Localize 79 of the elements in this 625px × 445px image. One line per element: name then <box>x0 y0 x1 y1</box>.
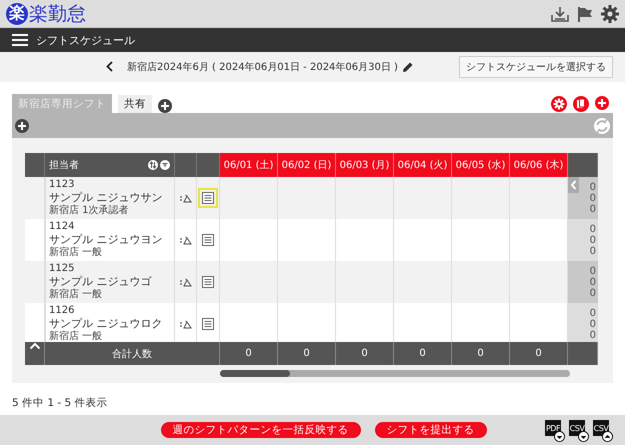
total-value: 0 <box>590 266 596 276</box>
employee-id: 1123 <box>49 179 74 191</box>
date-header: 06/01 (土) <box>220 153 278 177</box>
expand-button[interactable] <box>568 177 579 193</box>
menu-icon[interactable] <box>12 34 28 46</box>
total-value: 0 <box>590 204 596 214</box>
employee-role: 新宿店 一般 <box>49 289 102 301</box>
logo-text: 楽勤怠 <box>29 2 86 26</box>
date-header: 06/04 (火) <box>394 153 452 177</box>
memo-button[interactable] <box>198 188 218 208</box>
total-value: 0 <box>590 288 596 298</box>
total-count: 0 <box>452 342 510 365</box>
add-row-icon[interactable] <box>15 118 29 132</box>
total-value: 0 <box>590 246 596 256</box>
total-value: 0 <box>590 308 596 318</box>
status-icon <box>180 319 192 329</box>
total-count: 0 <box>278 342 336 365</box>
nav-title: シフトスケジュール <box>36 32 135 48</box>
tab[interactable]: 共有 <box>118 95 152 113</box>
employee-role: 新宿店 1次承認者 <box>49 205 129 217</box>
status-icon <box>180 235 192 245</box>
document-icon <box>202 276 214 288</box>
total-count: 0 <box>336 342 394 365</box>
download-icon <box>578 431 589 442</box>
employee-name: サンプル ニジュウヨン <box>49 233 162 246</box>
memo-button[interactable] <box>199 231 217 249</box>
upload-icon <box>602 431 613 442</box>
select-schedule-button[interactable]: シフトスケジュールを選択する <box>459 56 613 78</box>
document-icon <box>202 234 214 246</box>
logo-mark: 楽 <box>6 2 28 24</box>
total-count: 0 <box>510 342 568 365</box>
total-value: 0 <box>590 192 596 204</box>
total-value: 0 <box>590 318 596 330</box>
total-value: 0 <box>590 234 596 246</box>
employee-name: サンプル ニジュウゴ <box>49 275 152 288</box>
download-icon[interactable] <box>551 6 569 22</box>
pagination-text: 5 件中 1 - 5 件表示 <box>12 396 109 410</box>
employee-role: 新宿店 一般 <box>49 247 102 259</box>
memo-button[interactable] <box>199 273 217 291</box>
document-icon <box>202 192 214 204</box>
employee-id: 1126 <box>49 305 74 317</box>
sort-icon[interactable] <box>148 160 158 170</box>
add-icon[interactable] <box>595 96 609 110</box>
pencil-icon[interactable] <box>402 62 413 72</box>
settings-icon[interactable] <box>551 96 567 112</box>
total-value: 0 <box>590 182 596 192</box>
total-count: 0 <box>220 342 278 365</box>
add-tab-icon[interactable] <box>158 99 172 113</box>
employee-role: 新宿店 一般 <box>49 331 102 342</box>
document-icon <box>202 318 214 330</box>
flag-icon[interactable] <box>577 6 593 22</box>
horizontal-scrollbar[interactable] <box>220 370 570 377</box>
download-icon <box>554 431 565 442</box>
date-header: 06/06 (木) <box>510 153 568 177</box>
column-header: 担当者 <box>49 158 79 172</box>
schedule-title: 新宿店2024年6月 ( 2024年06月01日 - 2024年06月30日 ) <box>127 60 398 74</box>
status-icon <box>180 277 192 287</box>
date-header: 06/05 (水) <box>452 153 510 177</box>
chevron-left-icon <box>570 180 577 190</box>
total-value: 0 <box>590 224 596 234</box>
filter-icon[interactable] <box>160 160 170 170</box>
action-button[interactable]: シフトを提出する <box>374 422 486 438</box>
employee-id: 1124 <box>49 221 74 233</box>
copy-icon[interactable] <box>573 96 589 112</box>
settings-icon[interactable] <box>601 4 619 22</box>
chevron-left-icon <box>106 60 114 72</box>
employee-name: サンプル ニジュウロク <box>49 317 162 330</box>
date-header: 06/03 (月) <box>336 153 394 177</box>
totals-label: 合計人数 <box>45 342 220 365</box>
memo-button[interactable] <box>199 315 217 333</box>
total-value: 0 <box>590 276 596 288</box>
refresh-icon[interactable] <box>594 118 610 134</box>
date-header: 06/02 (日) <box>278 153 336 177</box>
employee-id: 1125 <box>49 263 74 275</box>
employee-name: サンプル ニジュウサン <box>49 191 162 204</box>
status-icon <box>180 193 192 203</box>
action-button[interactable]: 週のシフトパターンを一括反映する <box>160 422 360 438</box>
total-value: 0 <box>590 330 596 340</box>
total-count: 0 <box>394 342 452 365</box>
